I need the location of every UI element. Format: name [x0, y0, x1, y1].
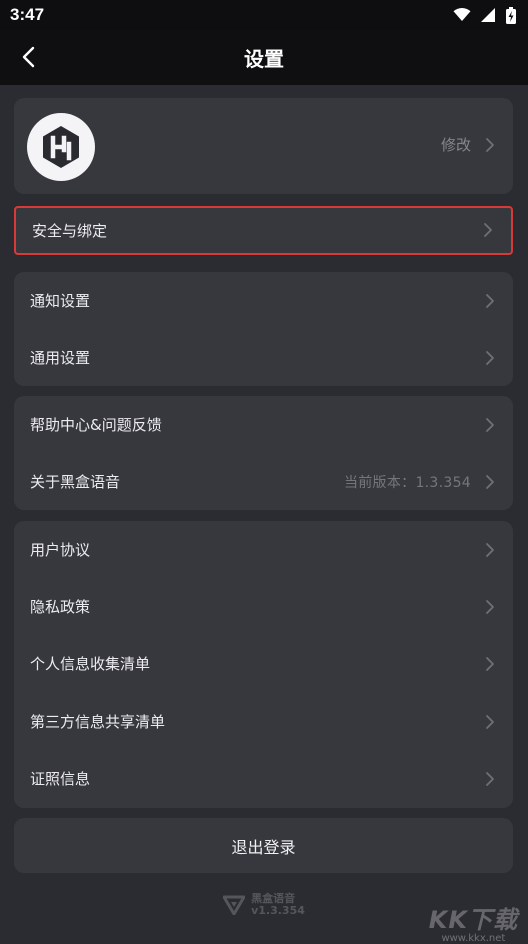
general-settings-label: 通用设置	[30, 349, 91, 367]
status-icons	[453, 6, 516, 24]
back-button[interactable]	[14, 42, 42, 72]
third-party-sharing-item[interactable]: 第三方信息共享清单	[14, 693, 513, 750]
privacy-policy-label: 隐私政策	[30, 598, 91, 616]
footer-version: v1.3.354	[251, 904, 305, 917]
cellular-signal-icon	[481, 8, 495, 22]
chevron-right-icon	[486, 542, 494, 557]
about-label: 关于黑盒语音	[30, 473, 121, 491]
settings-group-2: 帮助中心&问题反馈 关于黑盒语音 当前版本：1.3.354	[14, 396, 513, 510]
license-info-item[interactable]: 证照信息	[14, 750, 513, 807]
footer-brand-text: 黑盒语音 v1.3.354	[251, 893, 305, 917]
notification-settings-label: 通知设置	[30, 292, 91, 310]
status-time: 3:47	[10, 5, 45, 24]
chevron-right-icon	[486, 771, 494, 786]
about-item[interactable]: 关于黑盒语音 当前版本：1.3.354	[14, 453, 513, 510]
chevron-right-icon	[486, 350, 494, 365]
edit-profile-button[interactable]: 修改	[441, 134, 495, 155]
version-value: 当前版本：1.3.354	[343, 474, 471, 491]
edit-label: 修改	[440, 136, 471, 154]
notification-settings-item[interactable]: 通知设置	[14, 272, 513, 329]
user-agreement-label: 用户协议	[30, 541, 91, 559]
personal-info-list-label: 个人信息收集清单	[30, 655, 151, 673]
avatar[interactable]	[27, 113, 95, 181]
heybox-logo-icon	[43, 126, 79, 168]
status-bar: 3:47	[0, 0, 528, 30]
security-binding-label: 安全与绑定	[32, 221, 108, 240]
chevron-right-icon	[486, 599, 494, 614]
chevron-right-icon	[484, 223, 492, 237]
general-settings-item[interactable]: 通用设置	[14, 329, 513, 386]
settings-group-1: 通知设置 通用设置	[14, 272, 513, 386]
watermark: KK下载 www.kkx.net	[429, 900, 518, 944]
watermark-text: KK下载	[428, 906, 518, 934]
help-feedback-label: 帮助中心&问题反馈	[30, 416, 162, 434]
privacy-policy-item[interactable]: 隐私政策	[14, 578, 513, 635]
chevron-right-icon	[486, 714, 494, 729]
profile-card: 修改	[14, 98, 513, 194]
security-binding-item[interactable]: 安全与绑定	[16, 208, 511, 252]
chevron-right-icon	[486, 474, 494, 489]
battery-charging-icon	[506, 6, 516, 24]
user-agreement-item[interactable]: 用户协议	[14, 521, 513, 578]
chevron-right-icon	[486, 137, 494, 152]
wifi-icon	[453, 8, 471, 21]
help-feedback-item[interactable]: 帮助中心&问题反馈	[14, 396, 513, 453]
chevron-right-icon	[486, 293, 494, 308]
license-info-label: 证照信息	[30, 770, 91, 788]
chevron-left-icon	[22, 46, 35, 68]
heybox-voice-logo-icon	[223, 895, 246, 915]
personal-info-list-item[interactable]: 个人信息收集清单	[14, 635, 513, 692]
page-title: 设置	[244, 47, 284, 71]
third-party-sharing-label: 第三方信息共享清单	[30, 713, 166, 731]
logout-button[interactable]: 退出登录	[14, 818, 513, 873]
security-card: 安全与绑定	[14, 206, 513, 255]
app-header: 设置	[0, 30, 528, 85]
chevron-right-icon	[486, 417, 494, 432]
chevron-right-icon	[486, 656, 494, 671]
settings-group-3: 用户协议 隐私政策 个人信息收集清单 第三方信息共享清单 证照信息	[14, 521, 513, 808]
logout-label: 退出登录	[231, 837, 296, 857]
